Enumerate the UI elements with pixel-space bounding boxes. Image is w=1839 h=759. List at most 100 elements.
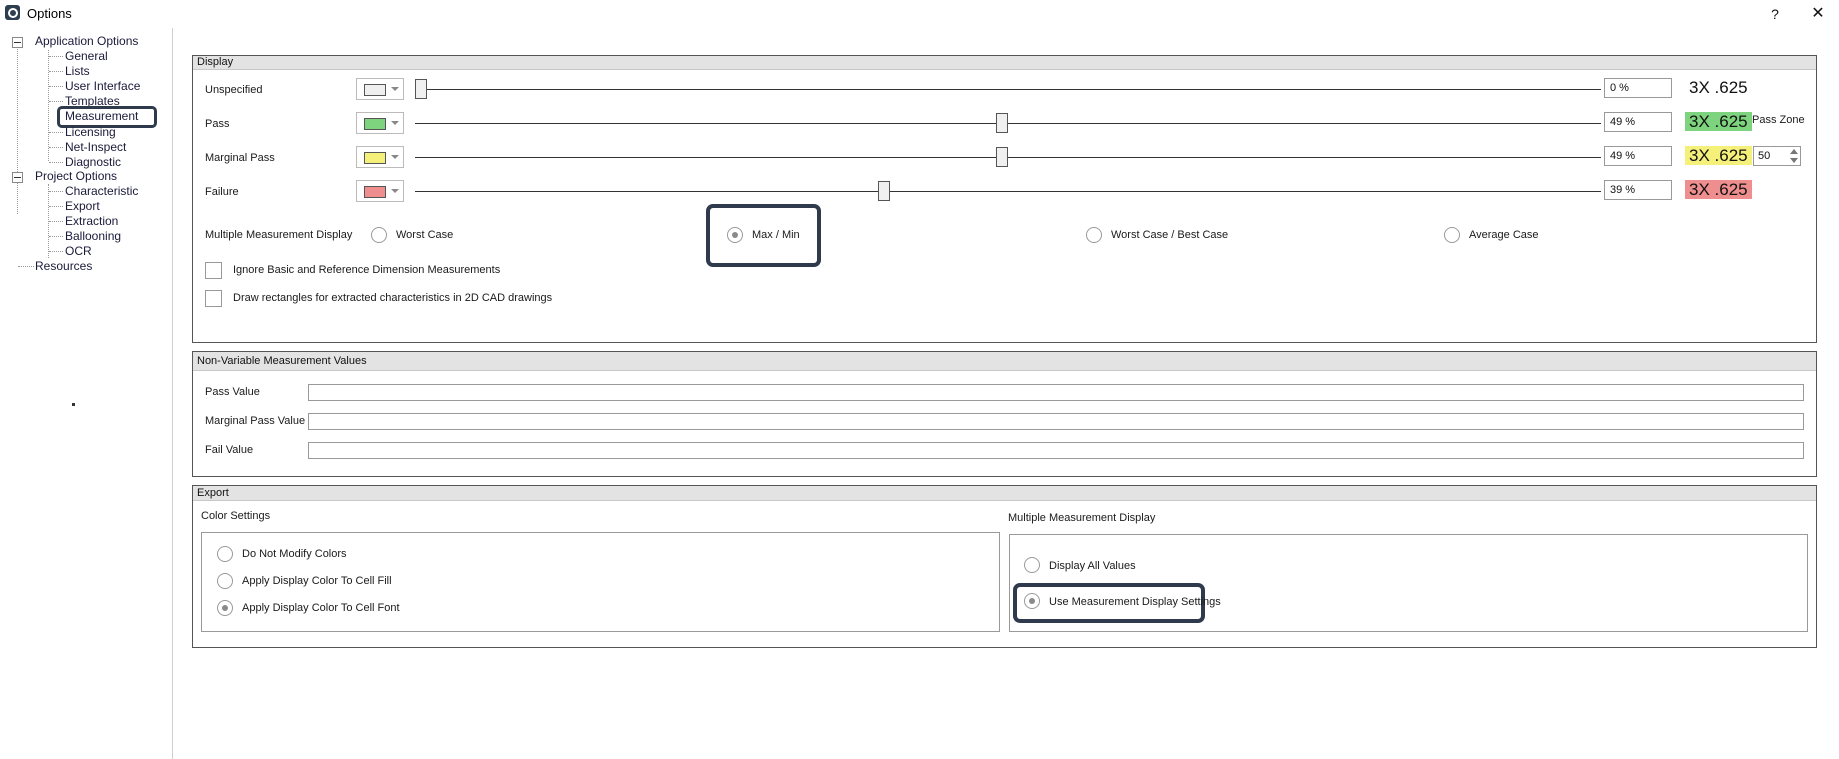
tree-connector [49, 56, 63, 57]
checkbox-label-draw-rectangles: Draw rectangles for extracted characteri… [233, 292, 553, 304]
radio-label-cell-fill: Apply Display Color To Cell Fill [242, 575, 392, 587]
multiple-measurement-label: Multiple Measurement Display [205, 229, 353, 241]
tree-node-application-options[interactable]: Application Options [35, 34, 138, 48]
tree-connector [49, 191, 63, 192]
dropdown-arrow-icon [391, 121, 399, 125]
window-title: Options [27, 6, 72, 21]
display-group: Display Unspecified 0 % 3X .625 Pass 49 … [192, 55, 1817, 343]
export-multiple-box: Display All Values Use Measurement Displ… [1009, 534, 1808, 632]
color-swatch [364, 186, 386, 198]
display-group-title: Display [193, 56, 1816, 70]
tree-connector [49, 86, 63, 87]
spin-down-icon[interactable] [1790, 158, 1798, 163]
radio-label-max-min: Max / Min [752, 229, 800, 241]
sample-unspecified: 3X .625 [1685, 78, 1752, 97]
tree-node-measurement[interactable]: Measurement [65, 109, 138, 123]
checkbox-ignore-basic[interactable] [205, 262, 222, 279]
help-button[interactable]: ? [1765, 4, 1785, 24]
tree-node-project-options[interactable]: Project Options [35, 169, 117, 183]
radio-cell-fill[interactable] [217, 573, 233, 589]
tree-connector [49, 132, 63, 133]
tree-node-characteristic[interactable]: Characteristic [65, 184, 138, 198]
slider-thumb-pass[interactable] [996, 113, 1009, 133]
radio-max-min[interactable] [727, 227, 743, 243]
non-variable-group-title: Non-Variable Measurement Values [193, 352, 1816, 371]
slider-track-failure[interactable] [415, 191, 1601, 192]
radio-display-all[interactable] [1024, 557, 1040, 573]
radio-label-display-all: Display All Values [1049, 560, 1136, 572]
radio-worst-best-case[interactable] [1086, 227, 1102, 243]
tree-connector [49, 147, 63, 148]
radio-label-use-display-settings: Use Measurement Display Settings [1049, 596, 1221, 608]
tree-node-lists[interactable]: Lists [65, 64, 90, 78]
radio-label-do-not-modify: Do Not Modify Colors [242, 548, 347, 560]
tree-connector [49, 162, 63, 163]
tree-connector [49, 251, 63, 252]
pass-zone-value: 50 [1758, 150, 1771, 162]
radio-label-average-case: Average Case [1469, 229, 1539, 241]
color-swatch [364, 84, 386, 96]
row-label-pass: Pass [205, 118, 230, 130]
marginal-pass-value-field[interactable] [308, 413, 1804, 430]
row-label-marginal-pass: Marginal Pass [205, 152, 275, 164]
color-settings-label: Color Settings [201, 510, 271, 522]
tree-connector [49, 101, 63, 102]
radio-do-not-modify[interactable] [217, 546, 233, 562]
tree-node-general[interactable]: General [65, 49, 108, 63]
close-button[interactable]: ✕ [1808, 4, 1828, 24]
color-picker-marginal-pass[interactable] [356, 146, 404, 168]
tree-node-ballooning[interactable]: Ballooning [65, 229, 121, 243]
tree-node-ocr[interactable]: OCR [65, 244, 92, 258]
percent-field-marginal-pass[interactable]: 49 % [1604, 146, 1672, 166]
slider-track-unspecified[interactable] [415, 89, 1601, 90]
row-label-unspecified: Unspecified [205, 84, 263, 96]
tree-connector [49, 71, 63, 72]
tree-connector [49, 236, 63, 237]
sample-pass: 3X .625 [1685, 112, 1752, 131]
tree-connector [48, 50, 49, 161]
tree-node-diagnostic[interactable]: Diagnostic [65, 155, 121, 169]
radio-cell-font[interactable] [217, 600, 233, 616]
tree-connector [18, 266, 34, 267]
fail-value-label: Fail Value [205, 444, 254, 456]
pass-zone-spinner[interactable]: 50 [1753, 146, 1801, 166]
collapse-icon[interactable] [12, 37, 23, 48]
app-logo-icon [5, 5, 20, 20]
dropdown-arrow-icon [391, 155, 399, 159]
percent-field-unspecified[interactable]: 0 % [1604, 78, 1672, 98]
tree-node-extraction[interactable]: Extraction [65, 214, 118, 228]
color-swatch [364, 118, 386, 130]
options-content: Display Unspecified 0 % 3X .625 Pass 49 … [173, 28, 1839, 759]
tree-node-licensing[interactable]: Licensing [65, 125, 116, 139]
percent-field-failure[interactable]: 39 % [1604, 180, 1672, 200]
dropdown-arrow-icon [391, 189, 399, 193]
radio-label-cell-font: Apply Display Color To Cell Font [242, 602, 400, 614]
tree-node-resources[interactable]: Resources [35, 259, 92, 273]
dropdown-arrow-icon [391, 87, 399, 91]
slider-thumb-marginal-pass[interactable] [996, 147, 1009, 167]
radio-label-worst-best-case: Worst Case / Best Case [1111, 229, 1229, 241]
percent-field-pass[interactable]: 49 % [1604, 112, 1672, 132]
collapse-icon[interactable] [12, 172, 23, 183]
tree-node-net-inspect[interactable]: Net-Inspect [65, 140, 126, 154]
color-picker-pass[interactable] [356, 112, 404, 134]
pass-value-field[interactable] [308, 384, 1804, 401]
tree-node-export[interactable]: Export [65, 199, 100, 213]
slider-thumb-unspecified[interactable] [415, 79, 427, 99]
color-picker-failure[interactable] [356, 180, 404, 202]
radio-use-display-settings[interactable] [1024, 593, 1040, 609]
slider-thumb-failure[interactable] [877, 181, 890, 201]
tree-node-user-interface[interactable]: User Interface [65, 79, 140, 93]
radio-label-worst-case: Worst Case [396, 229, 454, 241]
checkbox-draw-rectangles[interactable] [205, 290, 222, 307]
radio-average-case[interactable] [1444, 227, 1460, 243]
pass-value-label: Pass Value [205, 386, 260, 398]
color-picker-unspecified[interactable] [356, 78, 404, 100]
marginal-pass-value-label: Marginal Pass Value [205, 415, 306, 427]
tree-connector [49, 206, 63, 207]
radio-worst-case[interactable] [371, 227, 387, 243]
checkbox-label-ignore-basic: Ignore Basic and Reference Dimension Mea… [233, 264, 501, 276]
spin-up-icon[interactable] [1790, 149, 1798, 154]
color-swatch [364, 152, 386, 164]
fail-value-field[interactable] [308, 442, 1804, 459]
